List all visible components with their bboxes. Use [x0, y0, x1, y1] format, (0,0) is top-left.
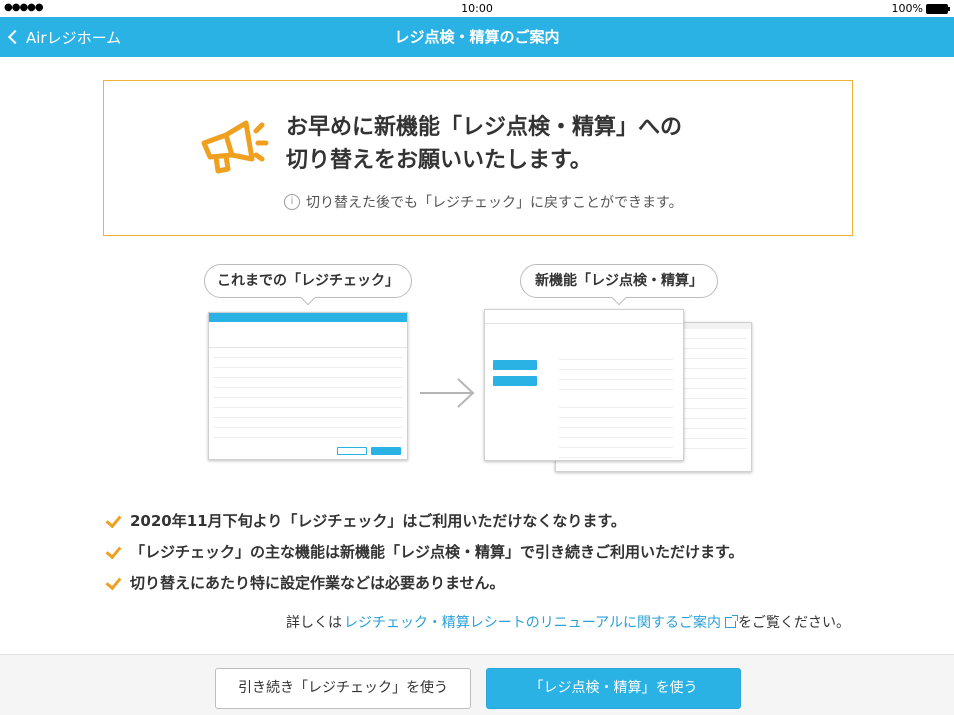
- battery-percent: 100%: [891, 2, 923, 15]
- notice-box: お早めに新機能「レジ点検・精算」への 切り替えをお願いいたします。 i 切り替え…: [103, 80, 853, 236]
- list-item: 切り替えにあたり特に設定作業などは必要ありません。: [104, 567, 864, 598]
- list-item-text: 2020年11月下旬より「レジチェック」はご利用いただけなくなります。: [130, 512, 626, 530]
- status-bar: ●●●●● 10:00 100%: [0, 0, 954, 17]
- old-feature-label: これまでの「レジチェック」: [204, 264, 412, 298]
- battery-status: 100%: [891, 2, 950, 15]
- new-feature-label: 新機能「レジ点検・精算」: [520, 264, 718, 298]
- notice-title-line1: お早めに新機能「レジ点検・精算」への: [286, 115, 683, 140]
- footer: 引き続き「レジチェック」を使う 「レジ点検・精算」を使う: [0, 654, 954, 715]
- list-item: 「レジチェック」の主な機能は新機能「レジ点検・精算」で引き続きご利用いただけます…: [104, 536, 864, 567]
- notice-note: i 切り替えた後でも「レジチェック」に戻すことができます。: [284, 192, 683, 212]
- navigation-bar: Airレジホーム レジ点検・精算のご案内: [0, 17, 954, 57]
- keep-regi-check-button[interactable]: 引き続き「レジチェック」を使う: [215, 668, 471, 709]
- checkmark-icon: [104, 512, 122, 530]
- notice-title-line2: 切り替えをお願いいたします。: [286, 148, 592, 173]
- battery-icon: [926, 3, 950, 14]
- renewal-info-link-label: レジチェック・精算レシートのリニューアルに関するご案内: [343, 615, 721, 631]
- external-link-icon: [725, 614, 738, 628]
- details-prefix: 詳しくは: [285, 615, 342, 631]
- list-item-text: 切り替えにあたり特に設定作業などは必要ありません。: [130, 574, 505, 592]
- list-item: 2020年11月下旬より「レジチェック」はご利用いただけなくなります。: [104, 505, 864, 536]
- list-item-text: 「レジチェック」の主な機能は新機能「レジ点検・精算」で引き続きご利用いただけます…: [130, 543, 744, 561]
- checkmark-icon: [104, 543, 122, 561]
- checklist: 2020年11月下旬より「レジチェック」はご利用いただけなくなります。 「レジチ…: [104, 505, 864, 598]
- details-text: 詳しくは レジチェック・精算レシートのリニューアルに関するご案内 をご覧ください…: [286, 612, 850, 632]
- page-title: レジ点検・精算のご案内: [394, 28, 560, 46]
- renewal-info-link[interactable]: レジチェック・精算レシートのリニューアルに関するご案内: [343, 612, 738, 632]
- megaphone-icon: [201, 120, 269, 174]
- info-icon: i: [284, 194, 300, 210]
- new-feature-screenshot-front: [484, 309, 684, 461]
- details-suffix: をご覧ください。: [738, 615, 850, 631]
- use-regi-tenken-button[interactable]: 「レジ点検・精算」を使う: [486, 668, 741, 709]
- arrow-right-icon: [420, 378, 475, 408]
- old-feature-screenshot: [208, 312, 408, 460]
- notice-title: お早めに新機能「レジ点検・精算」への 切り替えをお願いいたします。: [286, 111, 682, 177]
- checkmark-icon: [104, 574, 122, 592]
- notice-note-text: 切り替えた後でも「レジチェック」に戻すことができます。: [306, 195, 683, 211]
- clock: 10:00: [461, 2, 493, 15]
